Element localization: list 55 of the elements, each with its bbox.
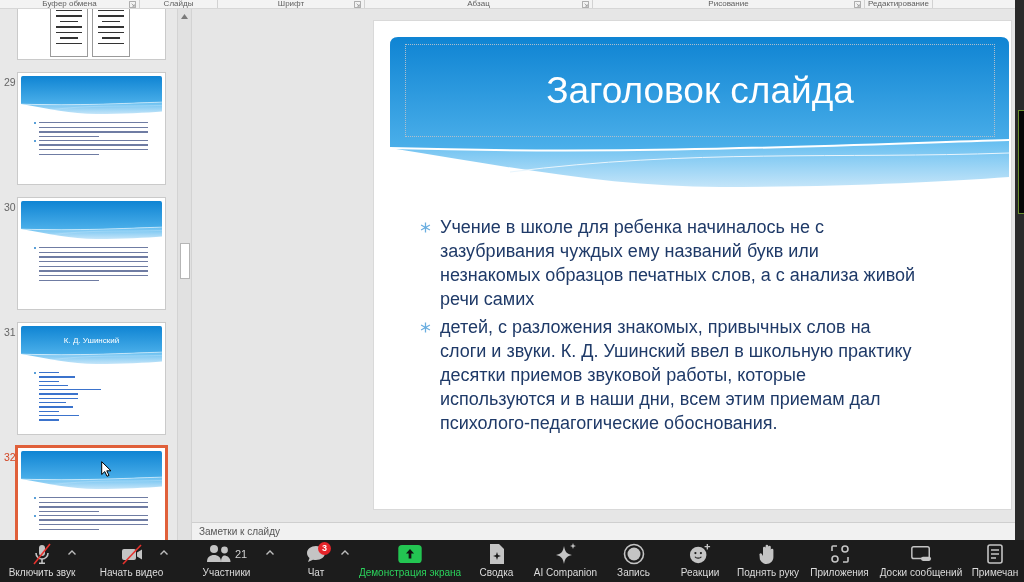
unmute-button[interactable]: Включить звук: [0, 540, 84, 582]
options-button[interactable]: [264, 549, 275, 556]
slide-number: 29: [4, 76, 16, 88]
mouse-pointer-icon: [101, 461, 112, 477]
participants-button[interactable]: 21 Участники: [179, 540, 274, 582]
slide-number: 31: [4, 326, 16, 338]
ribbon-group-label: Слайды: [163, 0, 194, 8]
chat-button[interactable]: 3 Чат: [274, 540, 358, 582]
participant-count: 21: [234, 548, 248, 560]
options-button[interactable]: [158, 549, 169, 556]
whiteboards-button[interactable]: Доски сообщений: [876, 540, 966, 582]
options-button[interactable]: [340, 549, 350, 556]
bullet-icon: [420, 222, 431, 233]
caret-icon: [264, 549, 275, 556]
ribbon-group-label: Шрифт: [277, 0, 305, 8]
summary-button[interactable]: Сводка: [462, 540, 531, 582]
notes-field[interactable]: Заметки к слайду: [192, 522, 1015, 540]
options-button[interactable]: [67, 549, 77, 556]
dialog-launcher-icon[interactable]: [854, 0, 861, 8]
ai-companion-button[interactable]: AI Companion: [531, 540, 600, 582]
share-screen-button[interactable]: Демонстрация экрана: [358, 540, 462, 582]
record-button[interactable]: Запись: [600, 540, 667, 582]
apps-icon: [828, 543, 851, 565]
caret-icon: [340, 549, 350, 556]
ribbon-group-label: Абзац: [467, 0, 490, 8]
slide-number: 30: [4, 201, 16, 213]
dialog-launcher-icon[interactable]: [582, 0, 589, 8]
caret-icon: [67, 549, 77, 556]
slide-thumbnail[interactable]: [17, 72, 166, 185]
unread-badge: 3: [318, 542, 331, 555]
notepad-icon: [984, 543, 1006, 565]
raise-hand-button[interactable]: Поднять руку: [733, 540, 803, 582]
share-screen-icon: [398, 545, 422, 563]
ribbon-group-label: Редактирование: [868, 0, 929, 8]
smiley-plus-icon: [689, 543, 711, 565]
slide-number: 32: [4, 451, 16, 463]
bullet-text: детей, с разложения знакомых, привычных слов на слоги и звуки. К. Д. Ушинский ввел в школьную практику десятки приемов звуковой работы, которые используются и в наши дни, всем этим приемам дал психолого-педагогические обоснования.: [440, 316, 913, 435]
ribbon-group-label: Рисование: [708, 0, 749, 8]
bullet-icon: [420, 322, 431, 333]
slide-thumbnail[interactable]: [15, 445, 168, 540]
record-icon: [622, 543, 645, 565]
scroll-up-icon[interactable]: [180, 13, 189, 20]
dialog-launcher-icon[interactable]: [129, 0, 136, 8]
notes-button[interactable]: Примечан: [966, 540, 1024, 582]
thumbnail-title: К. Д. Ушинский: [63, 336, 120, 345]
dialog-launcher-icon[interactable]: [354, 0, 361, 8]
people-icon: [205, 543, 232, 565]
scrollbar-thumb[interactable]: [179, 243, 190, 279]
start-video-button[interactable]: Начать видео: [84, 540, 179, 582]
ribbon-group-label: Буфер обмена: [42, 0, 97, 8]
caret-icon: [158, 549, 169, 556]
slide-thumbnail[interactable]: [17, 197, 166, 310]
link-list-drawing: [34, 372, 104, 421]
reactions-button[interactable]: Реакции: [667, 540, 733, 582]
apps-button[interactable]: Приложения: [803, 540, 876, 582]
